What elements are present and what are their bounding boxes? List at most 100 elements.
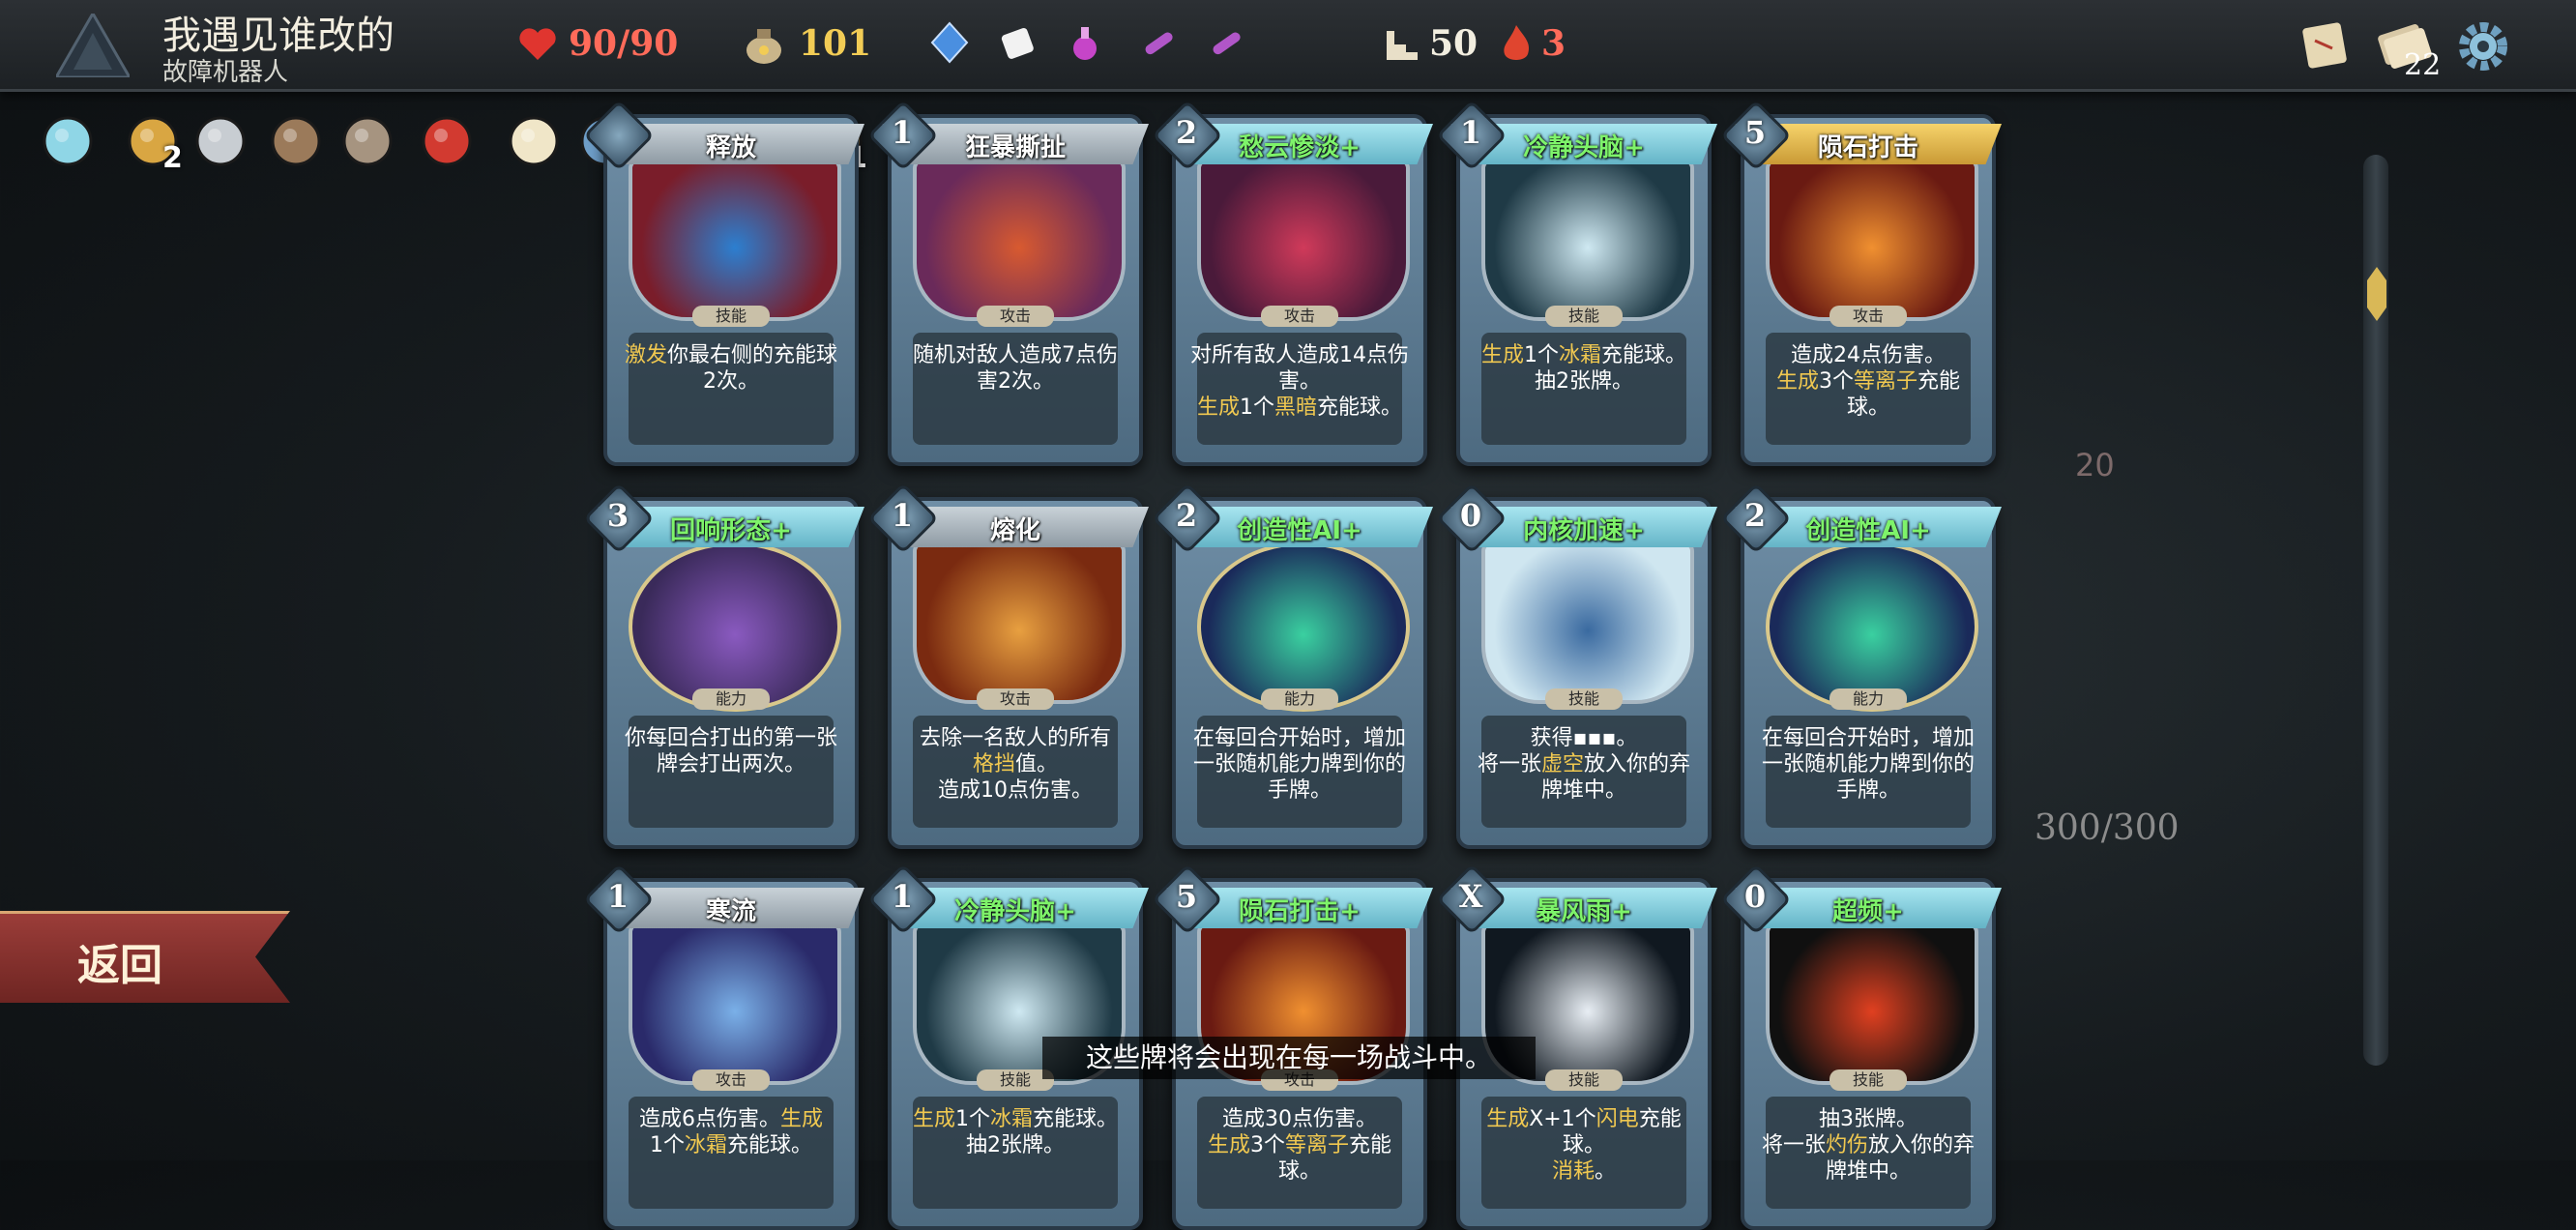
card-art <box>1766 542 1978 712</box>
card-description: 抽3张牌。 将一张灼伤放入你的弃牌堆中。 <box>1756 1106 1980 1185</box>
card-keyword: 闪电 <box>1595 1107 1639 1131</box>
smooth-stone-icon[interactable] <box>191 112 249 170</box>
card-description: 造成30点伤害。 生成3个等离子充能球。 <box>1187 1106 1412 1185</box>
card-keyword: 格挡 <box>972 752 1015 776</box>
card-art <box>629 922 841 1085</box>
card-cost: 1 <box>1459 114 1482 151</box>
card-description: 获得▪▪▪。 将一张虚空放入你的弃牌堆中。 <box>1472 725 1696 804</box>
card-art <box>629 542 841 712</box>
potion-slot-2-icon[interactable] <box>996 21 1039 64</box>
card[interactable]: 释放 技能 激发你最右侧的充能球 2次。 <box>583 100 864 466</box>
card-art <box>1766 159 1978 321</box>
card-type: 攻击 <box>977 306 1054 327</box>
card-text: 充能球。 <box>727 1133 813 1157</box>
card-text: 3个 <box>1818 369 1854 394</box>
card[interactable]: 内核加速+ 0 技能 获得▪▪▪。 将一张虚空放入你的弃牌堆中。 <box>1436 483 1717 849</box>
card-type: 技能 <box>1545 1069 1623 1091</box>
card-cost: 0 <box>1459 497 1482 534</box>
relic-counter: 2 <box>162 141 183 175</box>
potion-slot-1-icon[interactable] <box>928 21 971 64</box>
card-text: 1个 <box>1239 395 1274 420</box>
card-text: 造成6点伤害。 <box>638 1107 780 1131</box>
card[interactable]: 超频+ 0 技能 抽3张牌。 将一张灼伤放入你的弃牌堆中。 <box>1720 864 2002 1230</box>
card[interactable]: 回响形态+ 3 能力 你每回合打出的第一张牌会打出两次。 <box>583 483 864 849</box>
eye-orb-icon[interactable] <box>505 112 563 170</box>
card-description: 去除一名敌人的所有 格挡值。 造成10点伤害。 <box>903 725 1127 804</box>
card-text: 在每回合开始时，增加一张随机能力牌到你的手牌。 <box>1761 726 1975 803</box>
card-description: 造成6点伤害。生成 1个冰霜充能球。 <box>619 1106 843 1158</box>
shoe-icon[interactable] <box>338 112 396 170</box>
card-cost: 1 <box>606 878 629 915</box>
potion-slot-3-icon[interactable] <box>1064 21 1106 64</box>
card-art <box>1766 922 1978 1085</box>
card[interactable]: 熔化 1 攻击 去除一名敌人的所有 格挡值。 造成10点伤害。 <box>867 483 1149 849</box>
card-text: 3个 <box>1249 1133 1285 1157</box>
card[interactable]: 狂暴撕扯 1 攻击 随机对敌人造成7点伤害2次。 <box>867 100 1149 466</box>
card-text: 1个 <box>649 1133 685 1157</box>
cracked-core-icon[interactable] <box>39 112 97 170</box>
background-damage-number: 20 <box>2075 447 2115 483</box>
card-art <box>913 542 1126 704</box>
card-description: 在每回合开始时，增加一张随机能力牌到你的手牌。 <box>1756 725 1980 804</box>
card-keyword: 激发 <box>624 343 667 367</box>
card-keyword: 生成 <box>1480 343 1524 367</box>
card-art <box>1197 159 1410 321</box>
card[interactable]: 创造性AI+ 2 能力 在每回合开始时，增加一张随机能力牌到你的手牌。 <box>1152 483 1433 849</box>
card-art <box>629 159 841 321</box>
card-type: 技能 <box>1545 306 1623 327</box>
card-text: X+1个 <box>1529 1107 1596 1131</box>
floor-value: 50 <box>1429 23 1478 64</box>
card-type: 能力 <box>692 688 770 710</box>
card-text: 你最右侧的充能球 2次。 <box>667 343 838 394</box>
card-text: 你每回合打出的第一张牌会打出两次。 <box>624 726 837 776</box>
card-text: 充能球。 <box>1317 395 1403 420</box>
card-keyword: 灼伤 <box>1825 1133 1868 1157</box>
potion-slot-5-icon[interactable] <box>1205 21 1247 64</box>
ascension-value: 3 <box>1541 23 1566 64</box>
card-cost: 1 <box>891 114 914 151</box>
top-bar: 我遇见谁改的 故障机器人 90/90 101 50 3 22 <box>0 0 2576 92</box>
card-text: 在每回合开始时，增加一张随机能力牌到你的手牌。 <box>1192 726 1406 803</box>
card-art <box>1481 542 1694 704</box>
settings-gear-icon[interactable] <box>2456 19 2510 73</box>
red-mask-icon[interactable] <box>418 112 476 170</box>
card-keyword: 冰霜 <box>989 1107 1033 1131</box>
floor-stairs-icon <box>1387 31 1418 60</box>
card-text: 值。 造成10点伤害。 <box>938 752 1093 803</box>
card-type: 技能 <box>1545 688 1623 710</box>
card-keyword: 生成 <box>1486 1107 1530 1131</box>
card-text: 对所有敌人造成14点伤害。 <box>1190 343 1409 394</box>
heart-icon <box>519 28 556 61</box>
info-toast: 这些牌将会出现在每一场战斗中。 <box>1042 1037 1536 1079</box>
card-text: 去除一名敌人的所有 <box>919 726 1111 750</box>
card-art <box>1197 542 1410 712</box>
card-text: 1个 <box>954 1107 990 1131</box>
map-scroll-icon[interactable] <box>2298 19 2352 72</box>
card-cost: 5 <box>1175 878 1198 915</box>
card-description: 造成24点伤害。 生成3个等离子充能球。 <box>1756 342 1980 421</box>
card[interactable]: 愁云惨淡+ 2 攻击 对所有敌人造成14点伤害。 生成1个黑暗充能球。 <box>1152 100 1433 466</box>
card-keyword: 虚空 <box>1540 752 1584 776</box>
card-cost: 5 <box>1743 114 1767 151</box>
card[interactable]: 创造性AI+ 2 能力 在每回合开始时，增加一张随机能力牌到你的手牌。 <box>1720 483 2002 849</box>
card-cost: 2 <box>1743 497 1767 534</box>
card[interactable]: 冷静头脑+ 1 技能 生成1个冰霜充能球。 抽2张牌。 <box>1436 100 1717 466</box>
card-art <box>1481 159 1694 321</box>
card-text: 1个 <box>1523 343 1559 367</box>
card-type: 攻击 <box>692 1069 770 1091</box>
card-text: 随机对敌人造成7点伤害2次。 <box>913 343 1118 394</box>
mortar-bowl-icon[interactable] <box>267 112 325 170</box>
player-class: 故障机器人 <box>162 58 289 87</box>
card-keyword: 等离子 <box>1853 369 1917 394</box>
card-cost: 2 <box>1175 497 1198 534</box>
card[interactable]: 陨石打击 5 攻击 造成24点伤害。 生成3个等离子充能球。 <box>1720 100 2002 466</box>
card-type: 能力 <box>1261 688 1338 710</box>
card-keyword: 生成 <box>779 1107 823 1131</box>
card[interactable]: 寒流 1 攻击 造成6点伤害。生成 1个冰霜充能球。 <box>583 864 864 1230</box>
card-cost: 3 <box>606 497 629 534</box>
card-cost: 1 <box>891 878 914 915</box>
potion-slot-4-icon[interactable] <box>1137 21 1180 64</box>
card-type: 攻击 <box>1830 306 1907 327</box>
card-description: 在每回合开始时，增加一张随机能力牌到你的手牌。 <box>1187 725 1412 804</box>
card-description: 你每回合打出的第一张牌会打出两次。 <box>619 725 843 777</box>
